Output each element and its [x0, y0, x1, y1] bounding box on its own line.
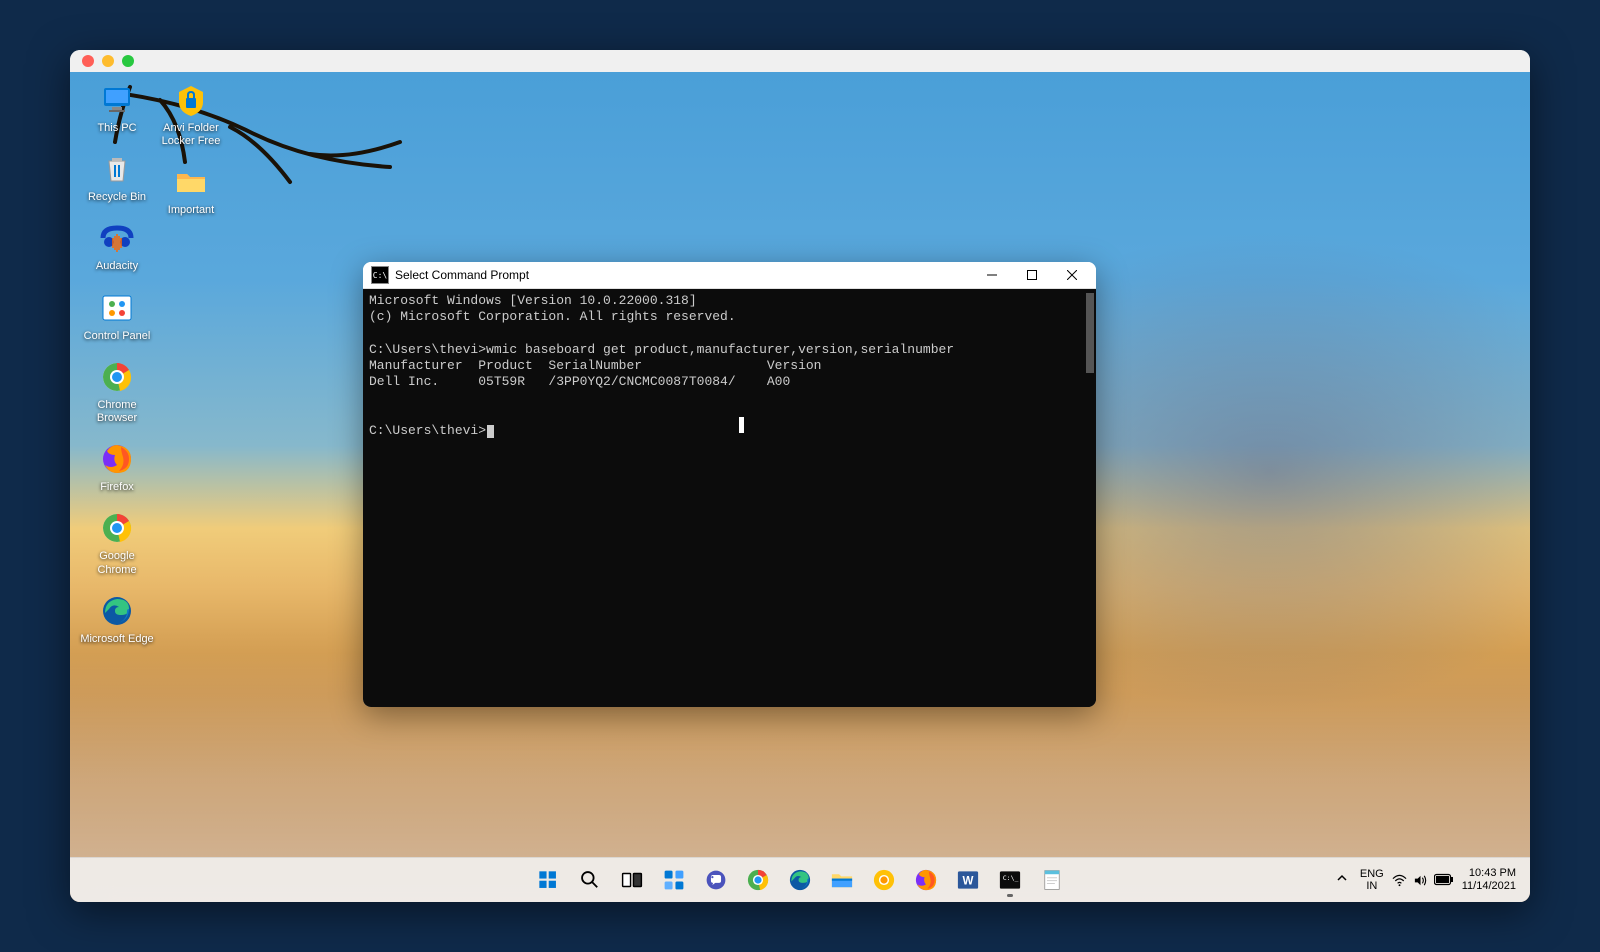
chrome-icon — [97, 508, 137, 548]
cmd-title-text: Select Command Prompt — [395, 268, 972, 282]
taskbar-chrome-canary[interactable] — [865, 861, 903, 899]
taskbar-search[interactable] — [571, 861, 609, 899]
cmd-titlebar[interactable]: C:\ Select Command Prompt — [363, 262, 1096, 289]
lang-top: ENG — [1360, 868, 1384, 880]
desktop-icon-firefox[interactable]: Firefox — [80, 439, 154, 494]
taskbar-edge[interactable] — [781, 861, 819, 899]
command-prompt-window[interactable]: C:\ Select Command Prompt Microsoft Wind… — [363, 262, 1096, 707]
taskbar[interactable]: W C:\_ ENGIN 10:43 PM11/14/2021 — [70, 857, 1530, 902]
cmd-close-button[interactable] — [1052, 262, 1092, 288]
host-mac-window: This PC Recycle Bin Audacity Control Panel C… — [70, 50, 1530, 902]
lang-bot: IN — [1360, 880, 1384, 892]
taskbar-task-view[interactable] — [613, 861, 651, 899]
desktop-icon-microsoft-edge[interactable]: Microsoft Edge — [80, 591, 154, 646]
desktop-icon-label: Recycle Bin — [88, 191, 146, 204]
system-tray[interactable] — [1392, 873, 1454, 888]
cmd-scrollbar[interactable] — [1084, 289, 1096, 707]
canary-icon — [871, 867, 897, 893]
desktop-icon-label: Important — [168, 204, 214, 217]
cmd-minimize-button[interactable] — [972, 262, 1012, 288]
taskview-icon — [619, 867, 645, 893]
chrome-icon — [745, 867, 771, 893]
desktop-icon-label: Google Chrome — [80, 550, 154, 576]
taskbar-firefox[interactable] — [907, 861, 945, 899]
desktop-icon-label: Firefox — [100, 481, 134, 494]
desktop-icon-label: Control Panel — [84, 330, 151, 343]
desktop-icon-important[interactable]: Important — [154, 162, 228, 217]
desktop-icon-audacity[interactable]: Audacity — [80, 218, 154, 273]
desktop-icon-label: This PC — [97, 122, 136, 135]
notepad-icon — [1039, 867, 1065, 893]
windows-desktop[interactable]: This PC Recycle Bin Audacity Control Panel C… — [70, 72, 1530, 902]
audacity-icon — [97, 218, 137, 258]
cmd-body[interactable]: Microsoft Windows [Version 10.0.22000.31… — [363, 289, 1096, 707]
desktop-icon-label: Microsoft Edge — [80, 633, 153, 646]
mac-min-dot[interactable] — [102, 55, 114, 67]
tray-overflow-button[interactable] — [1332, 867, 1352, 893]
desktop-icon-anvi-folder-locker-free[interactable]: Anvi Folder Locker Free — [154, 80, 228, 148]
search-icon — [577, 867, 603, 893]
svg-text:W: W — [963, 875, 974, 887]
desktop-icon-recycle-bin[interactable]: Recycle Bin — [80, 149, 154, 204]
edge-icon — [787, 867, 813, 893]
taskbar-command-prompt[interactable]: C:\_ — [991, 861, 1029, 899]
chat-icon — [703, 867, 729, 893]
recycle-icon — [97, 149, 137, 189]
desktop-icon-label: Chrome Browser — [80, 399, 154, 425]
chrome-icon — [97, 357, 137, 397]
desktop-icon-chrome-browser[interactable]: Chrome Browser — [80, 357, 154, 425]
word-icon: W — [955, 867, 981, 893]
thispc-icon — [97, 80, 137, 120]
cmd-cursor — [487, 425, 494, 438]
clock-time: 10:43 PM — [1462, 867, 1516, 880]
clock[interactable]: 10:43 PM11/14/2021 — [1462, 867, 1516, 893]
desktop-icon-control-panel[interactable]: Control Panel — [80, 288, 154, 343]
svg-text:C:\_: C:\_ — [1003, 874, 1019, 882]
wifi-icon — [1392, 873, 1407, 888]
taskbar-file-explorer[interactable] — [823, 861, 861, 899]
battery-icon — [1434, 873, 1454, 886]
folder-icon — [171, 162, 211, 202]
cmd-icon: C:\ — [371, 266, 389, 284]
mac-titlebar[interactable] — [70, 50, 1530, 73]
cmd-icon: C:\_ — [997, 867, 1023, 893]
start-icon — [535, 867, 561, 893]
firefox-icon — [97, 439, 137, 479]
anvi-icon — [171, 80, 211, 120]
desktop-icon-label: Anvi Folder Locker Free — [154, 122, 228, 148]
firefox-icon — [913, 867, 939, 893]
cmd-maximize-button[interactable] — [1012, 262, 1052, 288]
clock-date: 11/14/2021 — [1462, 880, 1516, 893]
explorer-icon — [829, 867, 855, 893]
taskbar-notepad[interactable] — [1033, 861, 1071, 899]
cpanel-icon — [97, 288, 137, 328]
taskbar-chrome[interactable] — [739, 861, 777, 899]
mac-max-dot[interactable] — [122, 55, 134, 67]
taskbar-word[interactable]: W — [949, 861, 987, 899]
language-indicator[interactable]: ENGIN — [1360, 868, 1384, 892]
text-caret — [739, 417, 744, 433]
desktop-icon-google-chrome[interactable]: Google Chrome — [80, 508, 154, 576]
taskbar-widgets[interactable] — [655, 861, 693, 899]
cmd-output: Microsoft Windows [Version 10.0.22000.31… — [369, 293, 954, 438]
volume-icon — [1413, 873, 1428, 888]
taskbar-start[interactable] — [529, 861, 567, 899]
desktop-icon-this-pc[interactable]: This PC — [80, 80, 154, 135]
cmd-scroll-thumb[interactable] — [1086, 293, 1094, 373]
desktop-icon-label: Audacity — [96, 260, 138, 273]
taskbar-chat[interactable] — [697, 861, 735, 899]
widgets-icon — [661, 867, 687, 893]
edge-icon — [97, 591, 137, 631]
mac-close-dot[interactable] — [82, 55, 94, 67]
